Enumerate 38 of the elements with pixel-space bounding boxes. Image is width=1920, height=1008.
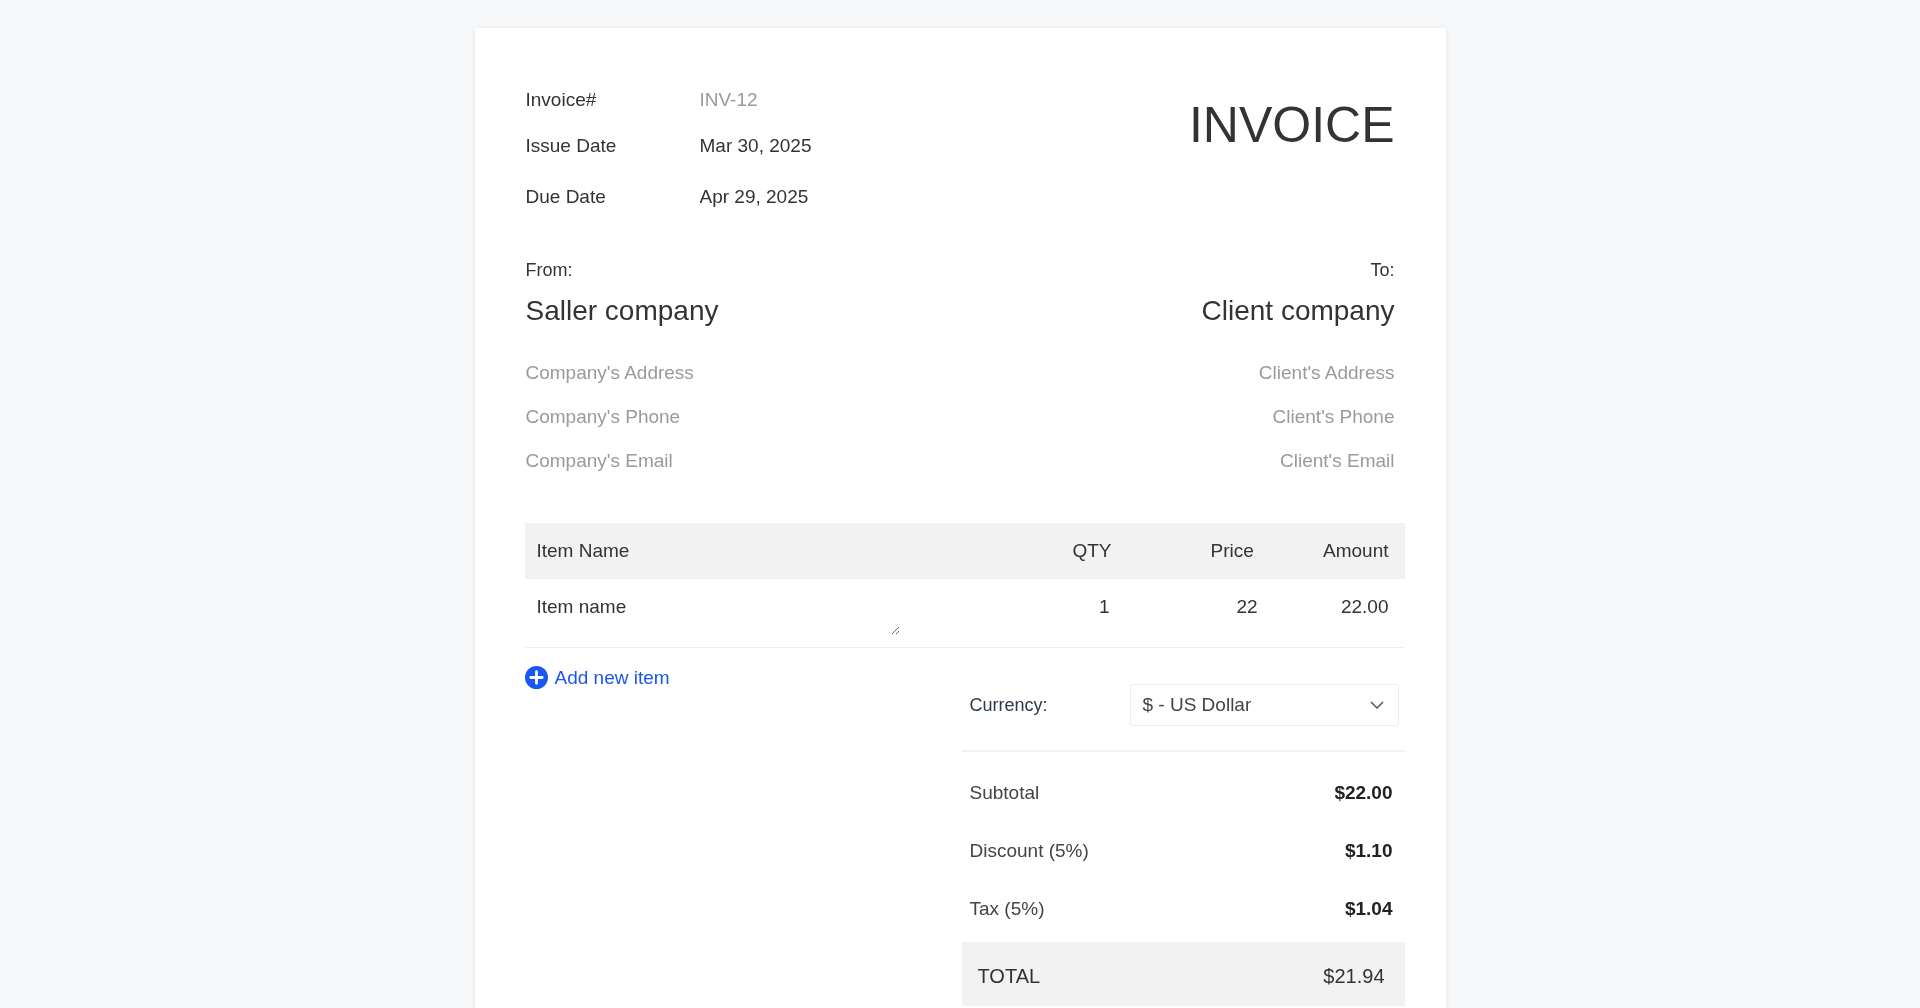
summary-value: $22.00 (1334, 782, 1393, 804)
total-label: TOTAL (977, 964, 1041, 988)
quantity-field[interactable]: 1 (899, 595, 1110, 619)
field-label: Invoice# (525, 89, 598, 111)
add-item-link[interactable]: Add new item (524, 666, 670, 689)
party-label: To: (1370, 260, 1395, 281)
price-field[interactable]: 22 (1109, 595, 1258, 619)
input-field[interactable]: Apr 29, 2025 (699, 185, 920, 208)
chevron-down-icon (1369, 701, 1384, 709)
party-label: From: (525, 260, 574, 281)
company-name-field[interactable]: Client company (994, 293, 1395, 329)
input-field[interactable]: Client's Email (994, 439, 1395, 483)
column-header: Item Name (535, 540, 631, 562)
table-cell-text: 22.00 (1339, 595, 1390, 619)
field-label: Issue Date (525, 134, 618, 157)
summary-label: Tax (5%) (969, 898, 1045, 920)
invoice-title: INVOICE (1188, 96, 1395, 154)
company-name-field[interactable]: Saller company (525, 293, 926, 329)
input-field[interactable]: INV-12 (699, 89, 920, 111)
currency-label: Currency: (969, 694, 1049, 716)
add-icon (524, 666, 548, 689)
field-label: Due Date (525, 185, 607, 208)
input-field[interactable]: Company's Phone (525, 395, 926, 439)
input-field[interactable]: Client's Address (994, 351, 1395, 395)
column-header: Price (1209, 540, 1254, 562)
input-field[interactable]: Company's Email (525, 439, 926, 483)
input-field[interactable]: Mar 30, 2025 (699, 134, 920, 157)
summary-label: Discount (5%) (969, 840, 1089, 862)
item-name-field[interactable]: Item name (524, 595, 900, 635)
currency-dropdown[interactable]: $ - US Dollar (1129, 684, 1399, 726)
total-value: $21.94 (1323, 964, 1385, 988)
input-field[interactable]: Client's Phone (994, 395, 1395, 439)
column-header: Amount (1322, 540, 1390, 562)
summary-value: $1.04 (1344, 898, 1393, 920)
input-field[interactable]: Company's Address (525, 351, 926, 395)
summary-value: $1.10 (1344, 840, 1393, 862)
summary-label: Subtotal (969, 782, 1040, 804)
column-header: QTY (1071, 540, 1112, 562)
